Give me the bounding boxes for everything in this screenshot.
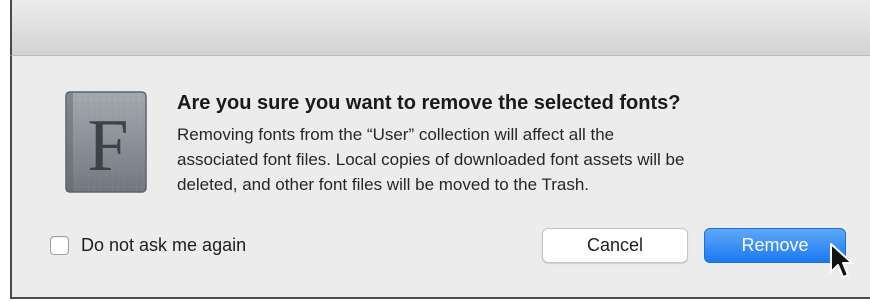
message-line-3: deleted, and other font files will be mo… bbox=[177, 175, 590, 194]
remove-fonts-dialog: F Are you sure you want to remove the se… bbox=[10, 56, 870, 299]
font-book-icon: F bbox=[65, 91, 147, 193]
dialog-heading: Are you sure you want to remove the sele… bbox=[177, 92, 681, 114]
window-titlebar bbox=[10, 0, 870, 56]
dialog-message: Removing fonts from the “User” collectio… bbox=[177, 122, 837, 197]
do-not-ask-again-checkbox[interactable] bbox=[50, 235, 69, 255]
font-book-letter: F bbox=[87, 105, 128, 187]
do-not-ask-again-option[interactable]: Do not ask me again bbox=[50, 233, 246, 257]
cancel-button[interactable]: Cancel bbox=[542, 228, 688, 263]
mouse-pointer-icon bbox=[830, 243, 853, 278]
message-line-1: Removing fonts from the “User” collectio… bbox=[177, 125, 615, 144]
do-not-ask-again-label[interactable]: Do not ask me again bbox=[81, 235, 246, 256]
screenshot: F Are you sure you want to remove the se… bbox=[0, 0, 870, 301]
message-line-2: associated font files. Local copies of d… bbox=[177, 150, 685, 169]
remove-button[interactable]: Remove bbox=[704, 228, 846, 263]
